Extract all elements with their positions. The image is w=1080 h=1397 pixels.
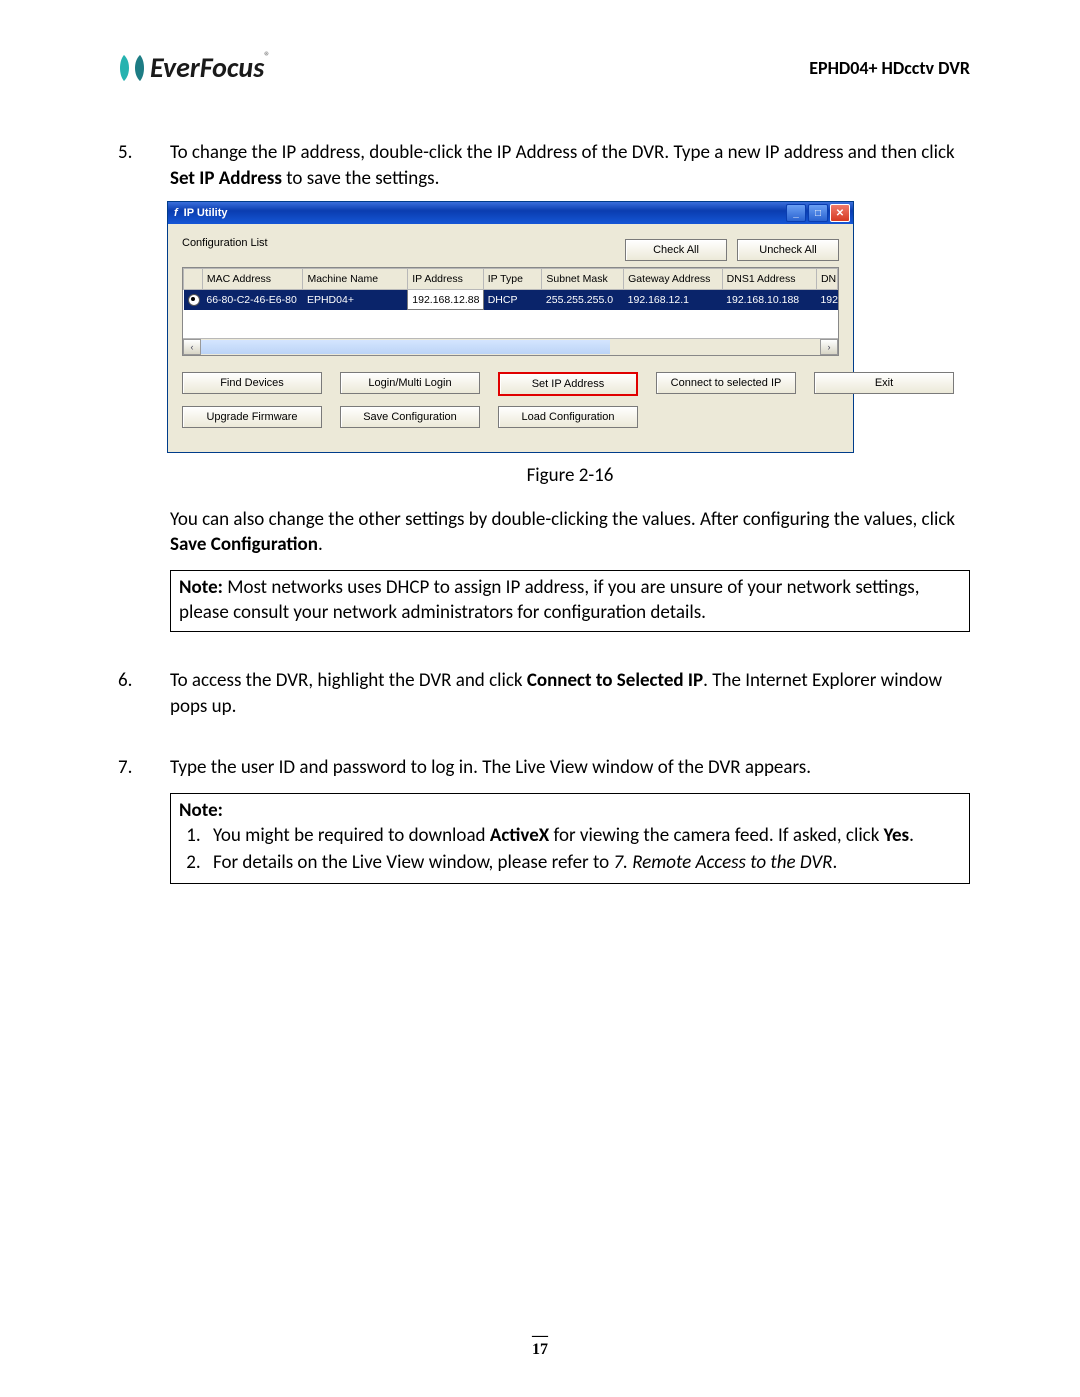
titlebar: f IP Utility _ □ ✕: [168, 202, 853, 224]
col-subnet[interactable]: Subnet Mask: [542, 269, 624, 290]
app-icon: f: [174, 206, 178, 221]
logo-icon: [118, 53, 146, 83]
cell-subnet[interactable]: 255.255.255.0: [542, 290, 624, 310]
step-content: To access the DVR, highlight the DVR and…: [170, 668, 970, 719]
minimize-button[interactable]: _: [786, 204, 806, 222]
scroll-right-icon[interactable]: ›: [820, 339, 838, 355]
col-type[interactable]: IP Type: [483, 269, 542, 290]
product-name: EPHD04+ HDcctv DVR: [809, 57, 970, 79]
cell-mac[interactable]: 66-80-C2-46-E6-80: [202, 290, 303, 310]
step-content: Type the user ID and password to log in.…: [170, 755, 970, 884]
set-ip-address-button[interactable]: Set IP Address: [498, 372, 638, 396]
exit-button[interactable]: Exit: [814, 372, 954, 394]
save-configuration-button[interactable]: Save Configuration: [340, 406, 480, 428]
load-configuration-button[interactable]: Load Configuration: [498, 406, 638, 428]
col-dns2[interactable]: DN: [816, 269, 837, 290]
note-box: Note: Most networks uses DHCP to assign …: [170, 570, 970, 632]
note-item: For details on the Live View window, ple…: [205, 850, 961, 875]
step-content: To change the IP address, double-click t…: [170, 140, 970, 632]
step-number: 5.: [118, 140, 136, 632]
logo: EverFocus®: [118, 50, 270, 85]
cell-gateway[interactable]: 192.168.12.1: [624, 290, 723, 310]
maximize-button[interactable]: □: [808, 204, 828, 222]
step-5: 5. To change the IP address, double-clic…: [118, 140, 970, 632]
figure-caption: Figure 2-16: [170, 463, 970, 489]
step-number: 7.: [118, 755, 136, 884]
cell-dns2[interactable]: 192: [816, 290, 837, 310]
page-header: EverFocus® EPHD04+ HDcctv DVR: [118, 50, 970, 85]
find-devices-button[interactable]: Find Devices: [182, 372, 322, 394]
logo-text: EverFocus®: [150, 50, 270, 85]
uncheck-all-button[interactable]: Uncheck All: [737, 239, 839, 261]
cell-ip-editable[interactable]: 192.168.12.88: [408, 290, 483, 310]
table-header-row: MAC Address Machine Name IP Address IP T…: [184, 269, 838, 290]
page-number: — 17: [0, 1331, 1080, 1359]
note-item: You might be required to download Active…: [205, 823, 961, 848]
cell-machine[interactable]: EPHD04+: [303, 290, 408, 310]
cell-dns1[interactable]: 192.168.10.188: [722, 290, 816, 310]
window-title: IP Utility: [184, 206, 228, 221]
note-box: Note: You might be required to download …: [170, 793, 970, 884]
scroll-left-icon[interactable]: ‹: [183, 339, 201, 355]
close-button[interactable]: ✕: [830, 204, 850, 222]
step-6: 6. To access the DVR, highlight the DVR …: [118, 668, 970, 719]
col-ip[interactable]: IP Address: [408, 269, 483, 290]
step-number: 6.: [118, 668, 136, 719]
col-gateway[interactable]: Gateway Address: [624, 269, 723, 290]
row-select-radio[interactable]: [188, 294, 200, 306]
document-page: EverFocus® EPHD04+ HDcctv DVR 5. To chan…: [0, 0, 1080, 1397]
horizontal-scrollbar[interactable]: ‹ ›: [183, 338, 838, 355]
cell-type[interactable]: DHCP: [483, 290, 542, 310]
figure-ip-utility: f IP Utility _ □ ✕ Configuratio: [167, 201, 970, 453]
col-select[interactable]: [184, 269, 203, 290]
login-button[interactable]: Login/Multi Login: [340, 372, 480, 394]
col-machine[interactable]: Machine Name: [303, 269, 408, 290]
step-7: 7. Type the user ID and password to log …: [118, 755, 970, 884]
page-body: 5. To change the IP address, double-clic…: [118, 140, 970, 884]
col-dns1[interactable]: DNS1 Address: [722, 269, 816, 290]
check-all-button[interactable]: Check All: [625, 239, 727, 261]
connect-button[interactable]: Connect to selected IP: [656, 372, 796, 394]
col-mac[interactable]: MAC Address: [202, 269, 303, 290]
device-table: MAC Address Machine Name IP Address IP T…: [182, 267, 839, 356]
upgrade-firmware-button[interactable]: Upgrade Firmware: [182, 406, 322, 428]
table-row[interactable]: 66-80-C2-46-E6-80 EPHD04+ 192.168.12.88 …: [184, 290, 838, 310]
ip-utility-window: f IP Utility _ □ ✕ Configuratio: [167, 201, 854, 453]
